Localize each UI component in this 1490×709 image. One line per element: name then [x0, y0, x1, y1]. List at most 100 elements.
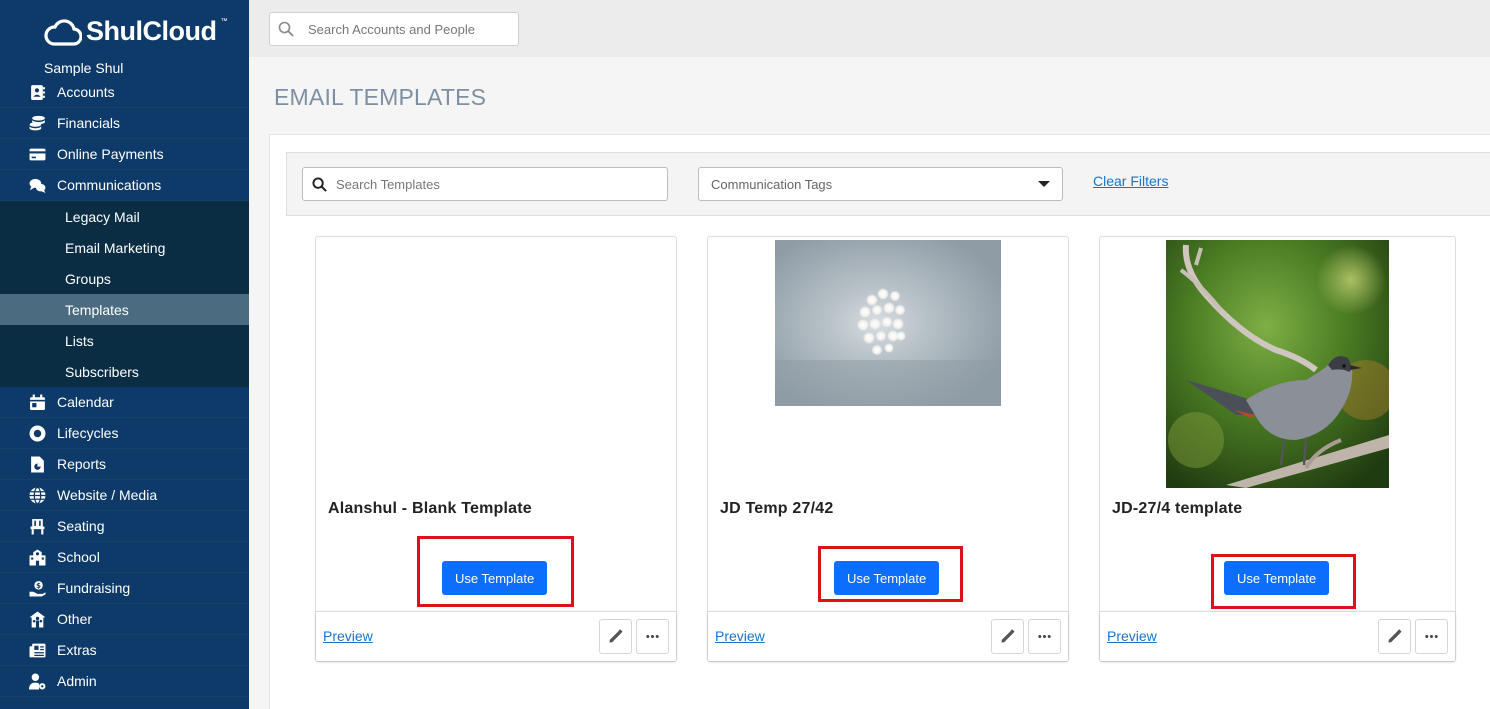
sidebar-item-fundraising[interactable]: $ Fundraising — [0, 573, 249, 604]
sidebar-subitem-label: Templates — [65, 301, 129, 318]
sidebar: ShulCloud ™ Sample Shul Accounts Financi… — [0, 0, 249, 709]
ellipsis-icon — [646, 635, 659, 638]
filter-bar: Communication Tags Clear Filters — [286, 152, 1490, 216]
page-title: EMAIL TEMPLATES — [274, 84, 487, 110]
sidebar-subitem-email-marketing[interactable]: Email Marketing — [0, 232, 249, 263]
more-options-button[interactable] — [1028, 619, 1061, 654]
global-search-input[interactable] — [308, 21, 508, 37]
preview-link[interactable]: Preview — [715, 628, 765, 644]
sidebar-item-label: Extras — [57, 642, 97, 658]
highlight-box — [818, 546, 963, 602]
sidebar-item-label: Admin — [57, 673, 97, 689]
sidebar-item-reports[interactable]: Reports — [0, 449, 249, 480]
life-ring-icon — [28, 424, 46, 442]
clear-filters-link[interactable]: Clear Filters — [1093, 173, 1168, 189]
sidebar-item-extras[interactable]: Extras — [0, 635, 249, 666]
credit-card-icon — [28, 145, 46, 163]
template-thumbnail — [775, 240, 1001, 406]
chair-icon — [28, 517, 46, 535]
svg-text:$: $ — [36, 581, 41, 589]
lights-thumbnail-image — [775, 240, 1001, 406]
edit-button[interactable] — [599, 619, 632, 654]
template-search-box — [302, 167, 668, 201]
users-cog-icon — [28, 672, 46, 690]
sidebar-item-label: Calendar — [57, 394, 114, 410]
sidebar-item-online-payments[interactable]: Online Payments — [0, 139, 249, 170]
logo-trademark: ™ — [220, 18, 228, 25]
pencil-icon — [609, 629, 623, 643]
ellipsis-icon — [1038, 635, 1051, 638]
sidebar-item-website-media[interactable]: Website / Media — [0, 480, 249, 511]
edit-button[interactable] — [991, 619, 1024, 654]
bird-thumbnail-image — [1166, 240, 1389, 488]
sidebar-subitem-label: Lists — [65, 332, 94, 349]
sidebar-item-seating[interactable]: Seating — [0, 511, 249, 542]
sidebar-item-calendar[interactable]: Calendar — [0, 387, 249, 418]
communications-submenu: Legacy Mail Email Marketing Groups Templ… — [0, 201, 249, 387]
template-thumbnail — [1166, 240, 1389, 488]
sidebar-item-label: Accounts — [57, 84, 115, 100]
card-footer: Preview — [1100, 611, 1455, 661]
highlight-box — [417, 536, 574, 607]
sidebar-subitem-label: Legacy Mail — [65, 208, 140, 225]
sidebar-subitem-templates[interactable]: Templates — [0, 294, 249, 325]
sidebar-item-label: School — [57, 549, 100, 565]
calendar-icon — [28, 393, 46, 411]
preview-link[interactable]: Preview — [323, 628, 373, 644]
more-options-button[interactable] — [1415, 619, 1448, 654]
template-search-input[interactable] — [336, 176, 636, 192]
sidebar-item-label: Online Payments — [57, 146, 164, 162]
school-icon — [28, 548, 46, 566]
pencil-icon — [1001, 629, 1015, 643]
shulcloud-logo[interactable]: ShulCloud ™ — [44, 16, 227, 47]
search-icon — [312, 176, 327, 192]
communication-tags-placeholder: Communication Tags — [711, 176, 833, 192]
sidebar-item-label: Reports — [57, 456, 107, 472]
coins-icon — [28, 114, 46, 132]
sidebar-subitem-label: Groups — [65, 270, 111, 287]
template-name: JD-27/4 template — [1112, 500, 1243, 517]
global-search-box — [269, 12, 519, 46]
sidebar-item-label: Website / Media — [57, 487, 158, 503]
sidebar-nav: Accounts Financials Online Payments Comm… — [0, 77, 249, 697]
sidebar-item-accounts[interactable]: Accounts — [0, 77, 249, 108]
address-book-icon — [28, 83, 46, 101]
cloud-logo-icon — [44, 18, 82, 46]
sidebar-item-label: Financials — [57, 115, 121, 131]
card-footer: Preview — [316, 611, 676, 661]
edit-button[interactable] — [1378, 619, 1411, 654]
sidebar-item-financials[interactable]: Financials — [0, 108, 249, 139]
newspaper-icon — [28, 641, 46, 659]
sidebar-item-label: Seating — [57, 518, 105, 534]
hand-holding-dollar-icon: $ — [28, 579, 46, 597]
sidebar-item-communications[interactable]: Communications — [0, 170, 249, 201]
communication-tags-select[interactable]: Communication Tags — [698, 167, 1063, 201]
preview-link[interactable]: Preview — [1107, 628, 1157, 644]
comments-icon — [28, 176, 46, 194]
sidebar-item-school[interactable]: School — [0, 542, 249, 573]
template-name: JD Temp 27/42 — [720, 500, 834, 517]
sidebar-item-admin[interactable]: Admin — [0, 666, 249, 697]
report-icon — [28, 455, 46, 473]
sidebar-subitem-label: Email Marketing — [65, 239, 166, 256]
sidebar-subitem-groups[interactable]: Groups — [0, 263, 249, 294]
org-name: Sample Shul — [44, 60, 124, 76]
globe-icon — [28, 486, 46, 504]
sidebar-item-label: Communications — [57, 177, 162, 193]
sidebar-item-other[interactable]: Other — [0, 604, 249, 635]
sidebar-subitem-subscribers[interactable]: Subscribers — [0, 356, 249, 387]
highlight-box — [1211, 554, 1356, 609]
ellipsis-icon — [1425, 635, 1438, 638]
sidebar-item-label: Lifecycles — [57, 425, 119, 441]
top-bar — [249, 0, 1490, 57]
pencil-icon — [1388, 629, 1402, 643]
logo-text: ShulCloud — [86, 16, 217, 46]
sidebar-item-label: Other — [57, 611, 93, 627]
card-footer: Preview — [708, 611, 1068, 661]
sidebar-subitem-lists[interactable]: Lists — [0, 325, 249, 356]
sidebar-subitem-legacy-mail[interactable]: Legacy Mail — [0, 201, 249, 232]
template-name: Alanshul - Blank Template — [328, 500, 532, 517]
more-options-button[interactable] — [636, 619, 669, 654]
sidebar-item-lifecycles[interactable]: Lifecycles — [0, 418, 249, 449]
sidebar-subitem-label: Subscribers — [65, 363, 139, 380]
